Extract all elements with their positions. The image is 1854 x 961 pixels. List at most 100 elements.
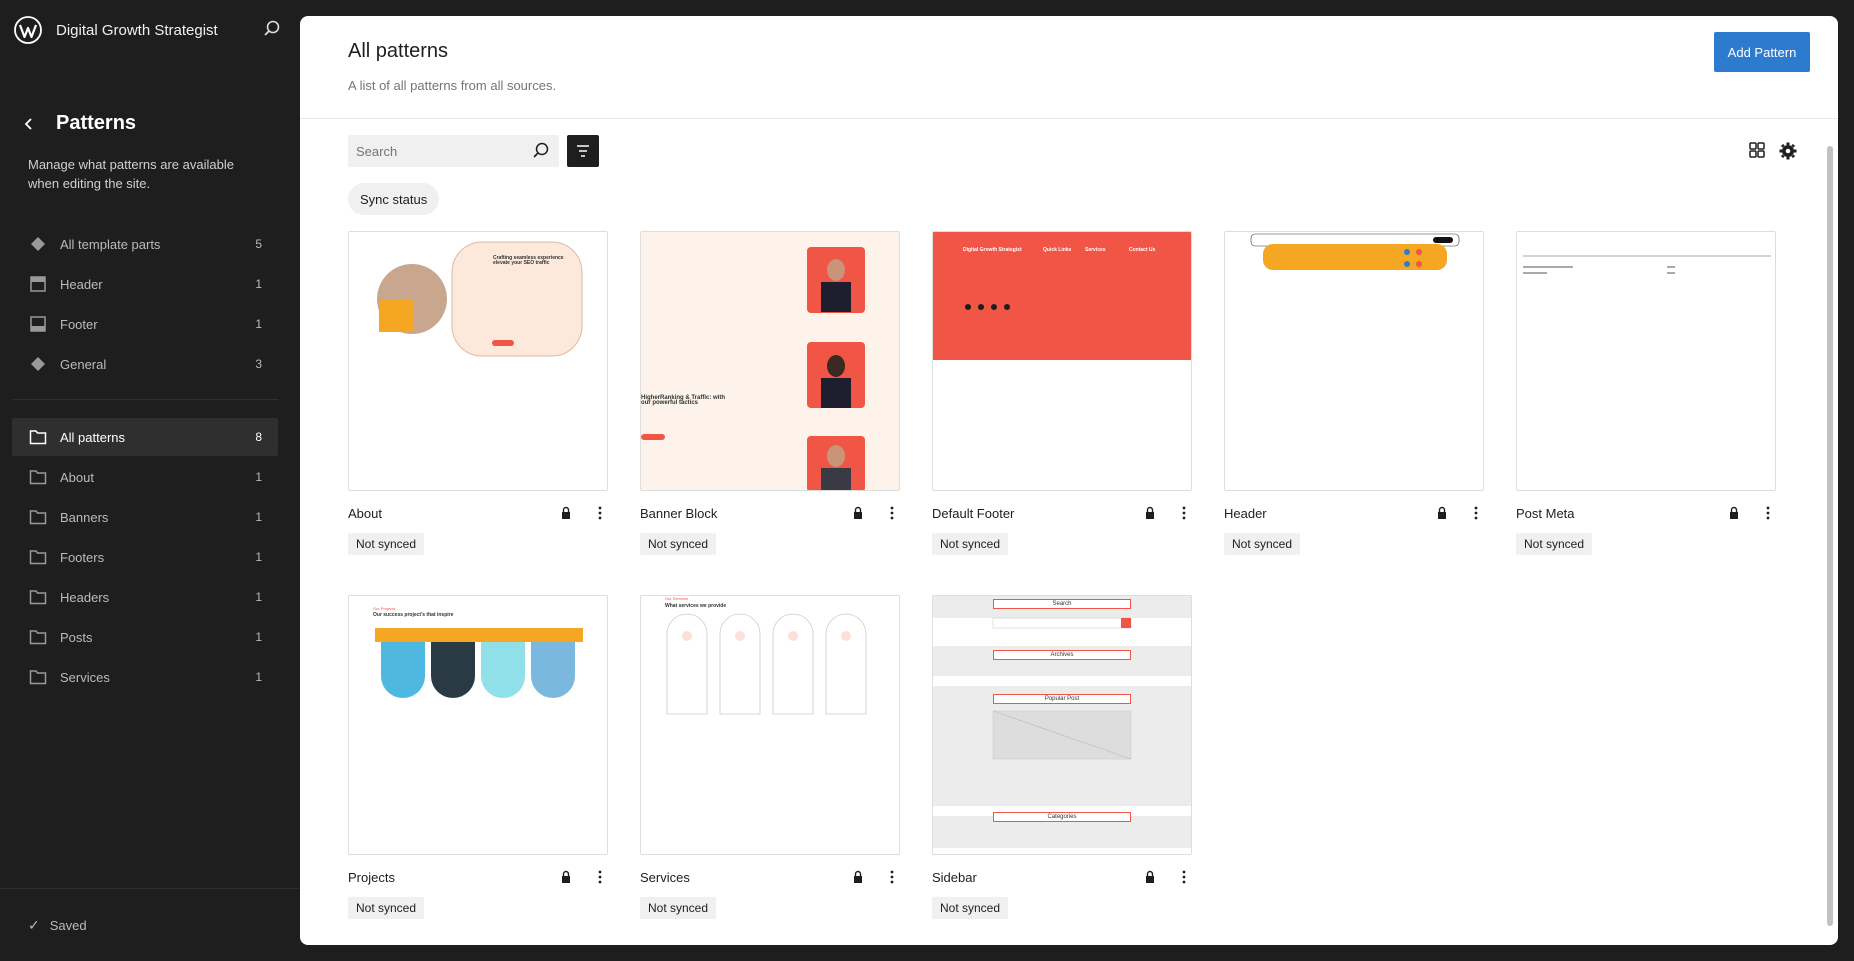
page-subtitle: A list of all patterns from all sources. [348,78,557,93]
pattern-card[interactable]: Crafting seamless experience elevate you… [348,231,608,555]
scrollbar-thumb[interactable] [1827,146,1833,926]
nav-item-label: Headers [60,589,110,605]
pattern-card[interactable]: Our Projects Our success project's that … [348,595,608,919]
site-title[interactable]: Digital Growth Strategist [56,22,218,39]
nav-item-headers[interactable]: Headers 1 [12,578,278,616]
more-actions-button[interactable] [1760,503,1776,523]
search-icon [533,142,549,158]
sync-badge: Not synced [932,897,1009,919]
add-pattern-button[interactable]: Add Pattern [1714,32,1810,72]
more-actions-button[interactable] [592,867,608,887]
pattern-card[interactable]: HigherRanking & Traffic: with our powerf… [640,231,900,555]
pattern-title[interactable]: Banner Block [640,506,850,521]
sidebar: Digital Growth Strategist Patterns Manag… [0,0,300,961]
search-input[interactable]: Search [348,135,559,167]
pattern-preview-services[interactable]: Our Services What services we provide [640,595,900,855]
more-actions-button[interactable] [1176,503,1192,523]
more-actions-button[interactable] [592,503,608,523]
sync-badge: Not synced [932,533,1009,555]
nav-item-footers[interactable]: Footers 1 [12,538,278,576]
gear-icon [1779,142,1797,160]
pattern-preview-about[interactable]: Crafting seamless experience elevate you… [348,231,608,491]
pattern-categories-nav: All patterns 8 About 1 Banners 1 Footers… [12,418,278,698]
nav-item-count: 1 [255,470,262,484]
nav-item-services[interactable]: Services 1 [12,658,278,696]
sync-status-filter[interactable]: Sync status [348,183,440,215]
folder-icon [28,427,48,447]
site-hub[interactable]: Digital Growth Strategist [14,15,218,45]
pattern-preview-post-meta[interactable] [1516,231,1776,491]
more-actions-button[interactable] [884,867,900,887]
check-icon: ✓ [28,916,40,933]
filter-icon [577,145,589,157]
back-button[interactable] [20,115,38,133]
nav-item-banners[interactable]: Banners 1 [12,498,278,536]
nav-item-label: Footer [60,316,98,332]
search-icon[interactable] [262,19,282,39]
pattern-title[interactable]: Services [640,870,850,885]
chevron-left-icon [24,117,32,130]
more-vertical-icon [890,506,894,520]
nav-item-label: All template parts [60,236,161,252]
folder-icon [28,627,48,647]
pattern-title[interactable]: Header [1224,506,1434,521]
grid-view-icon [1749,142,1765,158]
nav-item-all-patterns[interactable]: All patterns 8 [12,418,278,456]
nav-item-label: General [60,356,107,372]
lock-icon [1730,506,1738,519]
pattern-preview-header[interactable] [1224,231,1484,491]
nav-item-header[interactable]: Header 1 [12,265,278,303]
pattern-card[interactable]: Our Services What services we provide Se… [640,595,900,919]
more-vertical-icon [1182,870,1186,884]
lock-icon [562,870,570,883]
wordpress-logo-icon[interactable] [14,16,42,44]
more-actions-button[interactable] [884,503,900,523]
pattern-card[interactable]: Header Not synced [1224,231,1484,555]
nav-item-label: Header [60,276,103,292]
folder-icon [28,667,48,687]
nav-item-all-template-parts[interactable]: All template parts 5 [12,225,278,263]
nav-item-count: 5 [255,237,262,251]
nav-item-label: Banners [60,509,109,525]
nav-item-count: 1 [255,277,262,291]
pattern-preview-banner-block[interactable]: HigherRanking & Traffic: with our powerf… [640,231,900,491]
filter-button[interactable] [567,135,599,167]
page-title: All patterns [348,40,449,62]
lock-icon [562,506,570,519]
pattern-title[interactable]: Default Footer [932,506,1142,521]
more-vertical-icon [1766,506,1770,520]
pattern-preview-default-footer[interactable]: Digital Growth Strategist Quick Links Se… [932,231,1192,491]
pattern-title[interactable]: Projects [348,870,558,885]
more-actions-button[interactable] [1176,867,1192,887]
preview-about-heading: Crafting seamless experience elevate you… [493,255,564,266]
sidebar-header: Patterns [20,112,136,135]
template-parts-nav: All template parts 5 Header 1 Footer 1 G… [12,225,278,385]
sidebar-title: Patterns [56,112,137,134]
preview-sidebar-label: Archives [993,650,1131,660]
pattern-preview-sidebar[interactable]: Search Archives Popular Post Categories [932,595,1192,855]
pattern-preview-projects[interactable]: Our Projects Our success project's that … [348,595,608,855]
nav-item-about[interactable]: About 1 [12,458,278,496]
pattern-title[interactable]: Post Meta [1516,506,1726,521]
scrollbar[interactable] [1826,136,1834,936]
save-status: ✓ Saved [0,888,300,961]
nav-item-general[interactable]: General 3 [12,345,278,383]
pattern-title[interactable]: About [348,506,558,521]
view-options-button[interactable] [1778,141,1798,166]
nav-item-posts[interactable]: Posts 1 [12,618,278,656]
lock-icon [1146,870,1154,883]
nav-item-footer[interactable]: Footer 1 [12,305,278,343]
pattern-title[interactable]: Sidebar [932,870,1142,885]
preview-footer-col: Quick Links [1043,247,1072,253]
pattern-card[interactable]: Search Archives Popular Post Categories … [932,595,1192,919]
pattern-card[interactable]: Digital Growth Strategist Quick Links Se… [932,231,1192,555]
search-placeholder: Search [356,143,398,159]
template-parts-icon [28,234,48,254]
nav-item-count: 1 [255,590,262,604]
more-actions-button[interactable] [1468,503,1484,523]
pattern-card[interactable]: Post Meta Not synced [1516,231,1776,555]
grid-view-button[interactable] [1748,141,1766,164]
sync-badge: Not synced [348,897,425,919]
preview-projects-heading: Our success project's that inspire [373,612,454,618]
sidebar-divider [12,399,278,400]
